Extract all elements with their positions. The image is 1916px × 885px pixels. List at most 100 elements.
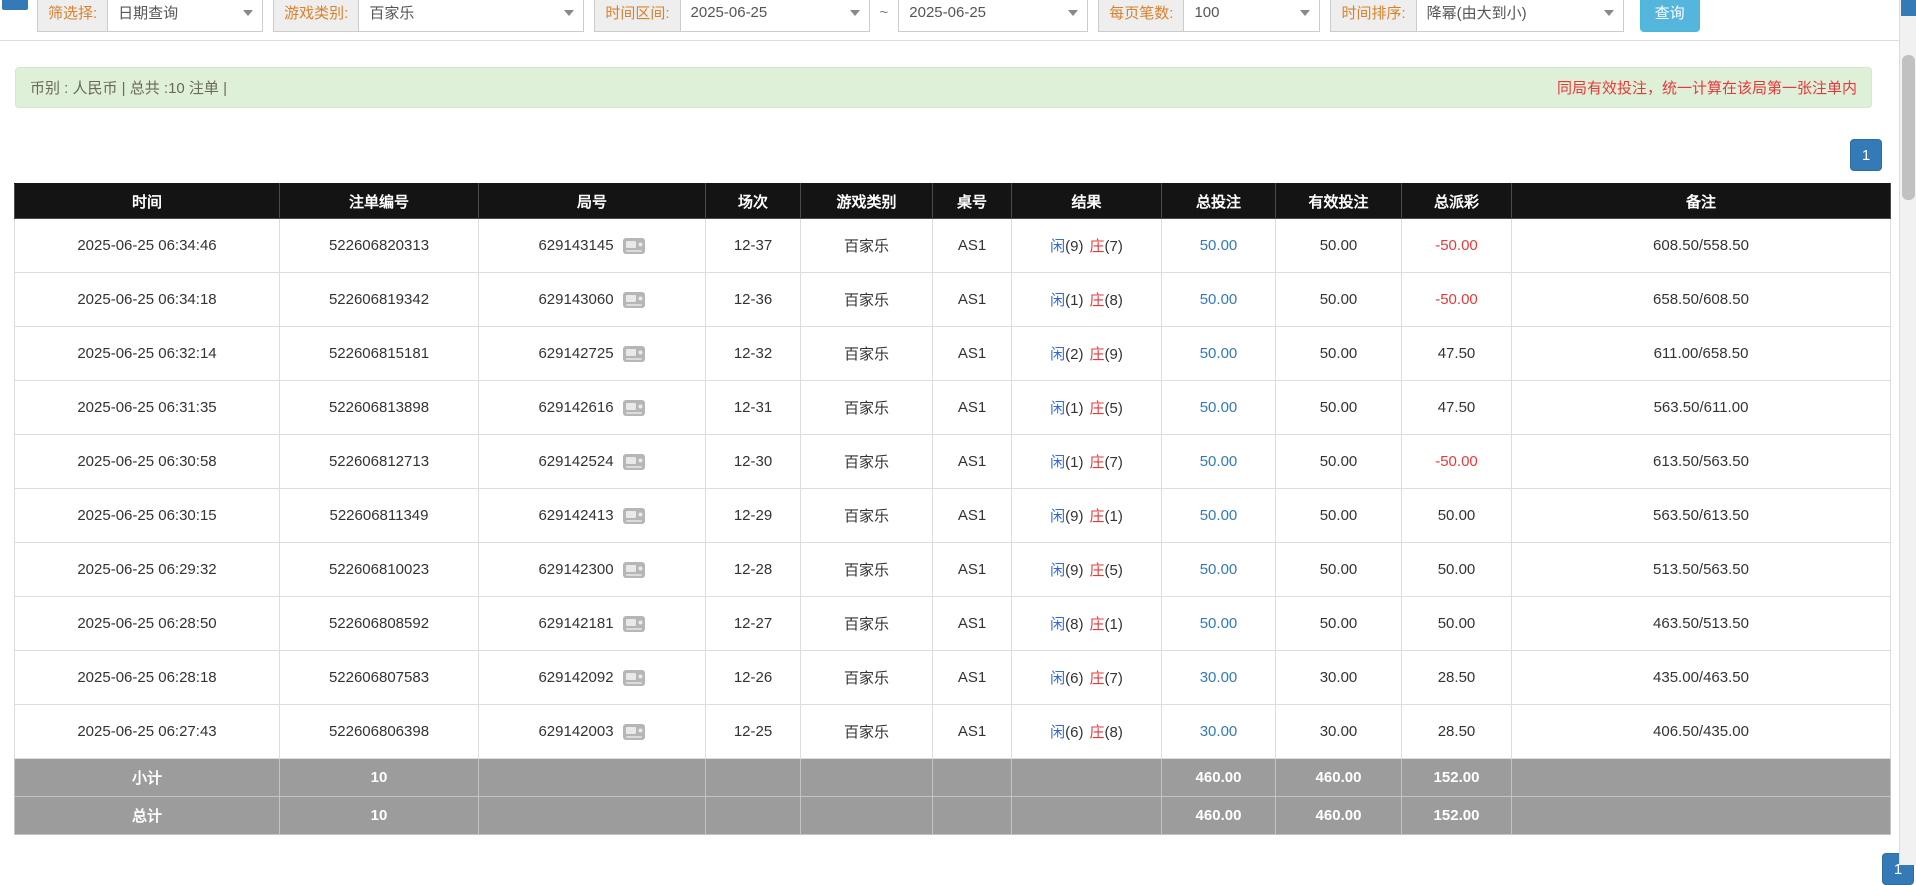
round-replay-icon[interactable] xyxy=(622,344,646,364)
banker-score: (5) xyxy=(1105,400,1123,417)
cell-round-id: 629142092 xyxy=(479,651,706,705)
page-1-button[interactable]: 1 xyxy=(1850,139,1882,171)
vertical-scrollbar[interactable] xyxy=(1899,0,1916,865)
header-round-id: 局号 xyxy=(479,184,706,219)
player-result-label: 闲 xyxy=(1050,454,1065,471)
cell-time: 2025-06-25 06:34:18 xyxy=(15,273,280,327)
sort-group: 时间排序: 降幂(由大到小) xyxy=(1330,0,1623,32)
cell-game-type: 百家乐 xyxy=(801,327,933,381)
cell-round-id: 629142725 xyxy=(479,327,706,381)
cell-session: 12-29 xyxy=(706,489,801,543)
cell-remark: 513.50/563.50 xyxy=(1512,543,1891,597)
date-to-input[interactable]: 2025-06-25 xyxy=(898,0,1088,32)
banker-score: (8) xyxy=(1105,292,1123,309)
cell-valid-bet: 50.00 xyxy=(1276,381,1402,435)
sort-select[interactable]: 降幂(由大到小) xyxy=(1416,0,1624,32)
game-type-group: 游戏类别: 百家乐 xyxy=(273,0,584,32)
table-row: 2025-06-25 06:28:18 522606807583 6291420… xyxy=(15,651,1891,705)
player-score: (1) xyxy=(1065,454,1083,471)
query-button[interactable]: 查询 xyxy=(1640,0,1700,32)
cell-remark: 613.50/563.50 xyxy=(1512,435,1891,489)
total-bet-link[interactable]: 30.00 xyxy=(1200,669,1238,686)
table-row: 2025-06-25 06:34:46 522606820313 6291431… xyxy=(15,219,1891,273)
cell-session: 12-25 xyxy=(706,705,801,759)
cell-remark: 563.50/613.50 xyxy=(1512,489,1891,543)
total-bet-link[interactable]: 50.00 xyxy=(1200,399,1238,416)
cell-payout: -50.00 xyxy=(1402,273,1512,327)
cell-total-bet: 50.00 xyxy=(1162,435,1276,489)
chevron-down-icon xyxy=(564,10,574,16)
player-score: (2) xyxy=(1065,346,1083,363)
round-replay-icon[interactable] xyxy=(622,236,646,256)
banker-result-label: 庄 xyxy=(1090,238,1105,255)
cell-table-no: AS1 xyxy=(933,435,1012,489)
info-bar: 币别 : 人民币 | 总共 :10 注单 | 同局有效投注，统一计算在该局第一张… xyxy=(15,67,1872,108)
game-type-select[interactable]: 百家乐 xyxy=(358,0,584,32)
total-bet-link[interactable]: 50.00 xyxy=(1200,507,1238,524)
cell-session: 12-27 xyxy=(706,597,801,651)
player-score: (6) xyxy=(1065,670,1083,687)
cell-table-no: AS1 xyxy=(933,381,1012,435)
player-score: (9) xyxy=(1065,238,1083,255)
scrollbar-thumb[interactable] xyxy=(1902,55,1915,200)
sort-value: 降幂(由大到小) xyxy=(1427,2,1527,23)
game-type-value: 百家乐 xyxy=(369,2,414,23)
total-bet-link[interactable]: 50.00 xyxy=(1200,453,1238,470)
total-bet-link[interactable]: 30.00 xyxy=(1200,723,1238,740)
cell-time: 2025-06-25 06:34:46 xyxy=(15,219,280,273)
total-bet-link[interactable]: 50.00 xyxy=(1200,615,1238,632)
round-replay-icon[interactable] xyxy=(622,452,646,472)
round-replay-icon[interactable] xyxy=(622,290,646,310)
player-score: (9) xyxy=(1065,562,1083,579)
cell-payout: 47.50 xyxy=(1402,327,1512,381)
total-bet-link[interactable]: 50.00 xyxy=(1200,237,1238,254)
cell-time: 2025-06-25 06:28:18 xyxy=(15,651,280,705)
cell-table-no: AS1 xyxy=(933,705,1012,759)
cell-time: 2025-06-25 06:30:15 xyxy=(15,489,280,543)
cell-valid-bet: 50.00 xyxy=(1276,489,1402,543)
banker-result-label: 庄 xyxy=(1090,508,1105,525)
cell-payout: 50.00 xyxy=(1402,543,1512,597)
cell-bet-id: 522606820313 xyxy=(280,219,479,273)
cell-round-id: 629142181 xyxy=(479,597,706,651)
cell-valid-bet: 30.00 xyxy=(1276,651,1402,705)
round-number: 629142524 xyxy=(538,453,613,470)
cell-total-bet: 50.00 xyxy=(1162,597,1276,651)
date-to-group: 2025-06-25 xyxy=(898,0,1088,32)
round-replay-icon[interactable] xyxy=(622,668,646,688)
range-separator: ~ xyxy=(880,4,889,21)
cell-round-id: 629142524 xyxy=(479,435,706,489)
round-replay-icon[interactable] xyxy=(622,722,646,742)
table-row: 2025-06-25 06:31:35 522606813898 6291426… xyxy=(15,381,1891,435)
round-replay-icon[interactable] xyxy=(622,506,646,526)
cell-payout: 47.50 xyxy=(1402,381,1512,435)
per-page-select[interactable]: 100 xyxy=(1183,0,1320,32)
header-result: 结果 xyxy=(1012,184,1162,219)
subtotal-label: 小计 xyxy=(15,759,280,797)
date-from-input[interactable]: 2025-06-25 xyxy=(680,0,870,32)
date-to-value: 2025-06-25 xyxy=(909,4,986,21)
round-replay-icon[interactable] xyxy=(622,614,646,634)
subtotal-payout: 152.00 xyxy=(1402,759,1512,797)
cell-bet-id: 522606806398 xyxy=(280,705,479,759)
cell-remark: 611.00/658.50 xyxy=(1512,327,1891,381)
round-replay-icon[interactable] xyxy=(622,560,646,580)
total-bet-link[interactable]: 50.00 xyxy=(1200,345,1238,362)
table-row: 2025-06-25 06:30:15 522606811349 6291424… xyxy=(15,489,1891,543)
per-page-value: 100 xyxy=(1194,4,1219,21)
filter-type-select[interactable]: 日期查询 xyxy=(107,0,263,32)
round-replay-icon[interactable] xyxy=(622,398,646,418)
scrollbar-top-accent xyxy=(1901,0,1916,16)
player-result-label: 闲 xyxy=(1050,346,1065,363)
cell-game-type: 百家乐 xyxy=(801,489,933,543)
cell-time: 2025-06-25 06:27:43 xyxy=(15,705,280,759)
cell-valid-bet: 50.00 xyxy=(1276,273,1402,327)
player-score: (8) xyxy=(1065,616,1083,633)
subtotal-count: 10 xyxy=(280,759,479,797)
total-bet-link[interactable]: 50.00 xyxy=(1200,291,1238,308)
time-range-label: 时间区间: xyxy=(594,0,679,32)
cell-table-no: AS1 xyxy=(933,219,1012,273)
total-bet-link[interactable]: 50.00 xyxy=(1200,561,1238,578)
table-row: 2025-06-25 06:27:43 522606806398 6291420… xyxy=(15,705,1891,759)
cell-remark: 608.50/558.50 xyxy=(1512,219,1891,273)
